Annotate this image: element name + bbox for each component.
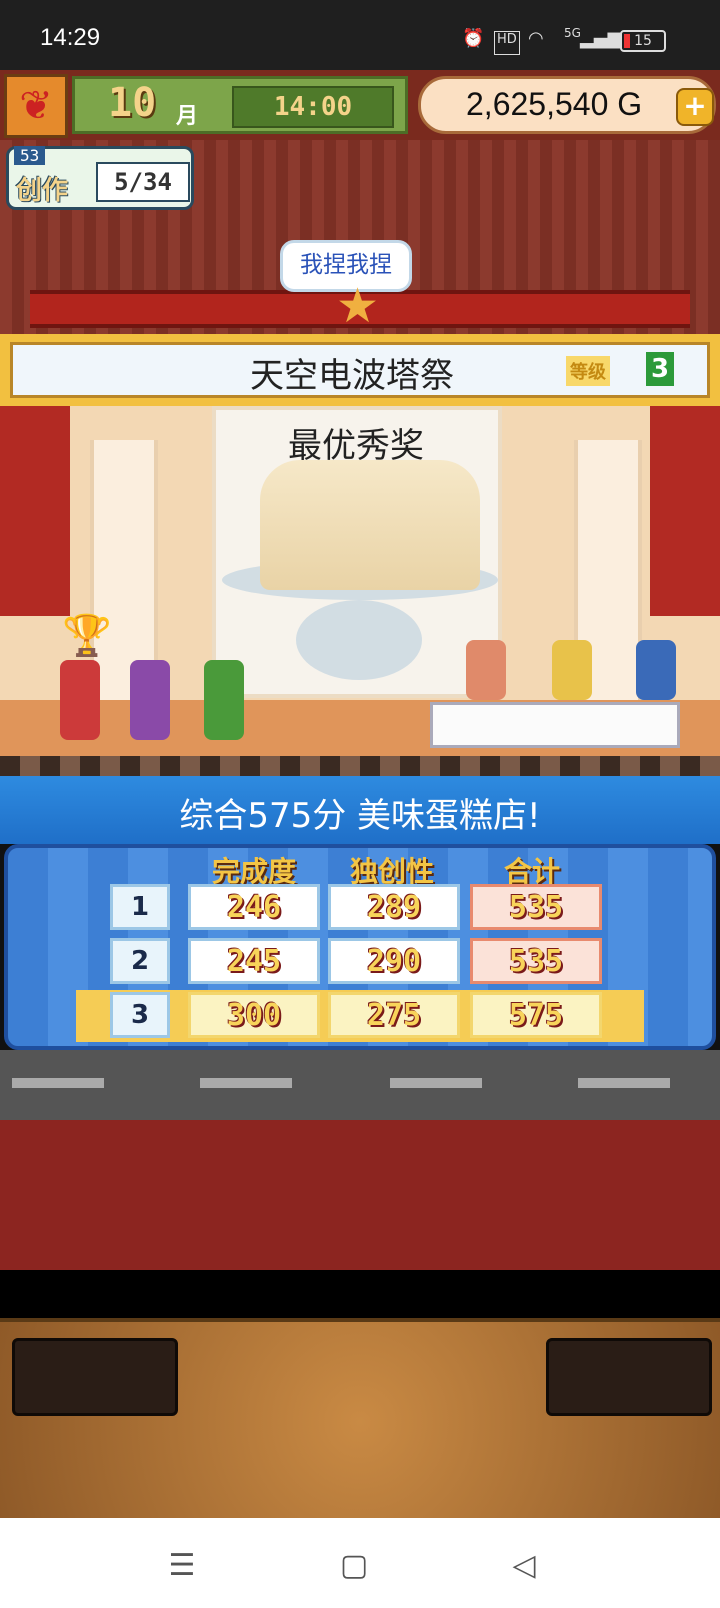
battery-indicator: 15 [620,30,666,52]
staff-character [130,660,170,740]
month-unit: 月 [176,104,199,129]
row-rank: 3 [110,992,170,1038]
alarm-icon: ⏰ [462,28,485,49]
carpet-area [0,1120,720,1270]
hd-icon: HD [494,31,520,55]
signal-icon: ▂▄▆ [580,28,622,49]
judges-table [430,702,680,748]
score-cell: 290 [328,938,460,984]
wifi-icon: ◠ [528,28,544,49]
month-number: 10 [108,80,157,126]
score-cell: 246 [188,884,320,930]
judge-character [552,640,592,700]
score-cell: 289 [328,884,460,930]
lane-marking [200,1078,292,1088]
menu-icon[interactable]: ☰ [152,1548,212,1583]
home-icon[interactable]: ▢ [324,1548,384,1583]
lane-marking [390,1078,482,1088]
award-title: 最优秀奖 [288,426,424,466]
curtain-left [0,406,70,616]
divider-band [0,1270,720,1318]
trophy-icon: 🏆 [62,613,112,659]
score-cell: 300 [188,992,320,1038]
rank-tag: 等级 [566,356,610,386]
event-title: 天空电波塔祭 [250,356,454,396]
slot-left [12,1338,178,1416]
glass-dish-stem [296,600,422,680]
back-icon[interactable]: ◁ [494,1548,554,1583]
row-rank: 1 [110,884,170,930]
score-cell-total: 535 [470,938,602,984]
score-cell: 245 [188,938,320,984]
money-amount: 2,625,540 G [466,86,643,122]
judge-character [636,640,676,700]
skill-progress: 5/34 [96,162,190,202]
score-cell: 275 [328,992,460,1038]
5g-label: 5G [564,26,581,40]
curtain-right [650,406,720,616]
chef-character [60,660,100,740]
row-rank: 2 [110,938,170,984]
lane-marking [12,1078,104,1088]
result-summary: 综合575分 美味蛋糕店! [179,796,541,836]
score-cell-total: 535 [470,884,602,930]
status-time: 14:29 [40,24,101,51]
skill-label: 创作 [16,176,69,206]
staff-character [204,660,244,740]
pudding-image [260,460,480,590]
slot-right [546,1338,712,1416]
star-icon: ★ [336,278,380,334]
skill-level: 53 [14,146,46,165]
add-money-button[interactable]: + [676,88,714,126]
score-cell-total: 575 [470,992,602,1038]
lane-marking [578,1078,670,1088]
judge-character [466,640,506,700]
rank-number: 3 [646,352,674,386]
game-clock: 14:00 [232,86,394,128]
season-leaf-icon[interactable]: ❦ [4,74,68,138]
